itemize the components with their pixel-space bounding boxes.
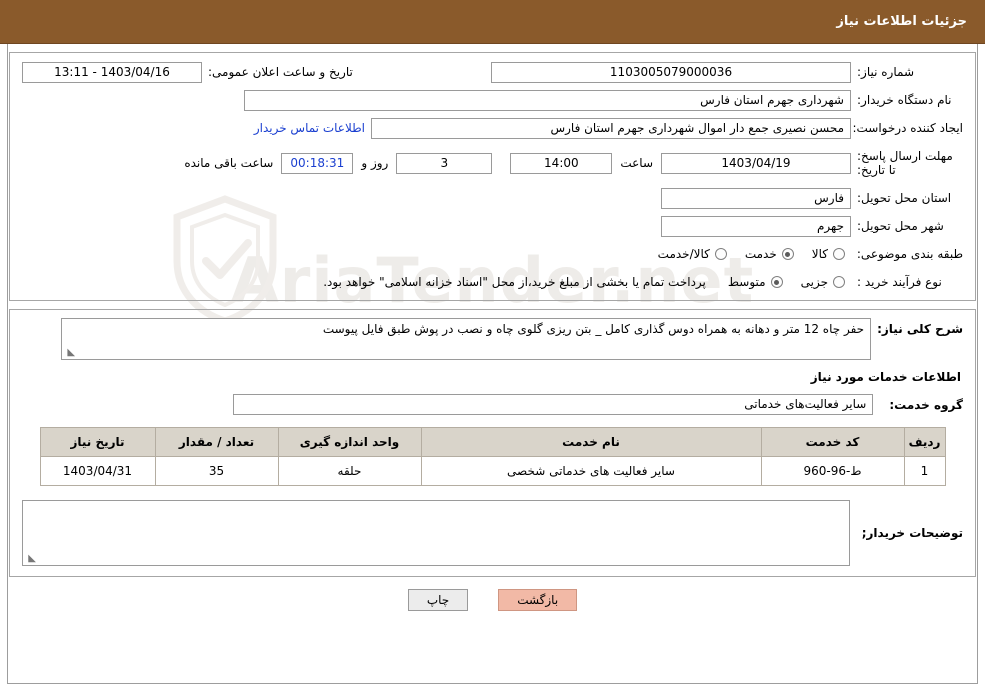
purchase-type-radio-group: جزیی متوسط — [728, 275, 845, 289]
cell-name: سایر فعالیت های خدماتی شخصی — [420, 456, 762, 486]
services-table: ردیف کد خدمت نام خدمت واحد اندازه گیری ت… — [39, 427, 946, 486]
table-row: 1 ط-96-960 سایر فعالیت های خدماتی شخصی ح… — [39, 456, 946, 486]
radio-icon[interactable] — [781, 248, 794, 260]
category-option-label: کالا — [811, 247, 828, 261]
page-header: جزئیات اطلاعات نیاز — [0, 0, 985, 44]
row-general-description: شرح کلی نیاز: حفر چاه 12 متر و دهانه به … — [22, 318, 963, 360]
requester-field[interactable]: محسن نصیری جمع دار اموال شهرداری جهرم اس… — [371, 117, 851, 139]
services-panel: شرح کلی نیاز: حفر چاه 12 متر و دهانه به … — [9, 309, 976, 577]
deadline-date-field[interactable]: 1403/04/19 — [661, 152, 851, 174]
category-option-label: کالا/خدمت — [657, 247, 710, 261]
th-unit: واحد اندازه گیری — [277, 427, 422, 457]
th-qty: تعداد / مقدار — [154, 427, 279, 457]
category-option-khedmat[interactable]: خدمت — [745, 247, 794, 261]
deadline-remaining-label: ساعت باقی مانده — [184, 156, 274, 170]
buyer-org-label: نام دستگاه خریدار: — [857, 93, 952, 107]
city-field[interactable]: جهرم — [661, 215, 851, 237]
cell-qty: 35 — [154, 456, 279, 486]
table-header-row: ردیف کد خدمت نام خدمت واحد اندازه گیری ت… — [39, 427, 946, 457]
purchase-type-note: پرداخت تمام یا بخشی از مبلغ خرید،از محل … — [323, 275, 706, 289]
th-name: نام خدمت — [420, 427, 762, 457]
back-button[interactable]: بازگشت — [498, 589, 578, 611]
cell-row: 1 — [903, 456, 946, 486]
city-label: شهر محل تحویل: — [857, 219, 944, 233]
category-option-label: خدمت — [744, 247, 777, 261]
deadline-days-label: روز و — [361, 156, 389, 170]
row-purchase-type: نوع فرآیند خرید : جزیی متوسط پرداخت تمام… — [22, 271, 963, 293]
row-city: شهر محل تحویل: جهرم — [22, 215, 963, 237]
category-radio-group: کالا خدمت کالا/خدمت — [658, 247, 845, 261]
radio-icon[interactable] — [714, 248, 727, 260]
radio-icon[interactable] — [833, 276, 845, 288]
content: جزئیات اطلاعات نیاز شماره نیاز: 11030050… — [0, 0, 985, 611]
need-info-panel: شماره نیاز: 1103005079000036 تاریخ و ساع… — [9, 52, 976, 301]
footer-buttons: بازگشت چاپ — [0, 589, 985, 611]
services-section-title: اطلاعات خدمات مورد نیاز — [810, 370, 961, 384]
page-root: AriaTender.net جزئیات اطلاعات نیاز شماره… — [0, 0, 985, 691]
cell-code: ط-96-960 — [760, 456, 905, 486]
deadline-time-label: ساعت — [620, 156, 653, 170]
deadline-time-field[interactable]: 14:00 — [510, 152, 613, 174]
th-row: ردیف — [903, 427, 946, 457]
category-option-kala[interactable]: کالا — [812, 247, 845, 261]
general-description-text: حفر چاه 12 متر و دهانه به همراه دوس گذار… — [322, 322, 865, 336]
deadline-remaining-field[interactable]: 00:18:31 — [281, 152, 354, 174]
province-label: استان محل تحویل: — [857, 191, 952, 205]
cell-date: 1403/04/31 — [39, 456, 156, 486]
purchase-option-label: متوسط — [727, 275, 766, 289]
general-description-field[interactable]: حفر چاه 12 متر و دهانه به همراه دوس گذار… — [61, 318, 872, 360]
row-deadline: مهلت ارسال پاسخ: تا تاریخ: 1403/04/19 سا… — [22, 145, 963, 181]
general-description-label: شرح کلی نیاز: — [877, 322, 963, 336]
cell-unit: حلقه — [277, 456, 422, 486]
buyer-contact-link[interactable]: اطلاعات تماس خریدار — [248, 121, 371, 135]
row-need-number: شماره نیاز: 1103005079000036 تاریخ و ساع… — [22, 61, 963, 83]
purchase-type-label: نوع فرآیند خرید : — [857, 275, 942, 289]
resize-grip-icon[interactable]: ◣ — [26, 554, 36, 564]
page-title: جزئیات اطلاعات نیاز — [836, 14, 967, 29]
purchase-option-jozei[interactable]: جزیی — [801, 275, 845, 289]
radio-icon[interactable] — [833, 248, 845, 260]
purchase-option-label: جزیی — [800, 275, 828, 289]
buyer-notes-label: توضیحات خریدار; — [861, 526, 963, 540]
requester-label: ایجاد کننده درخواست: — [852, 121, 963, 135]
row-buyer-org: نام دستگاه خریدار: شهرداری جهرم استان فا… — [22, 89, 963, 111]
province-field[interactable]: فارس — [661, 187, 851, 209]
row-requester: ایجاد کننده درخواست: محسن نصیری جمع دار … — [22, 117, 963, 139]
resize-grip-icon[interactable]: ◣ — [65, 348, 75, 358]
service-group-label: گروه خدمت: — [889, 397, 963, 412]
need-number-field[interactable]: 1103005079000036 — [491, 61, 851, 83]
deadline-days-field[interactable]: 3 — [396, 152, 493, 174]
public-announce-field[interactable]: 1403/04/16 - 13:11 — [22, 61, 202, 83]
th-date: تاریخ نیاز — [39, 427, 156, 457]
radio-icon[interactable] — [770, 276, 783, 288]
purchase-option-motevaset[interactable]: متوسط — [728, 275, 783, 289]
row-province: استان محل تحویل: فارس — [22, 187, 963, 209]
print-button[interactable]: چاپ — [407, 589, 469, 611]
service-group-field[interactable]: سایر فعالیت‌های خدماتی — [233, 394, 874, 415]
th-code: کد خدمت — [760, 427, 905, 457]
row-service-group: گروه خدمت: سایر فعالیت‌های خدماتی — [22, 394, 963, 415]
buyer-notes-field[interactable]: ◣ — [22, 500, 850, 566]
row-category: طبقه بندی موضوعی: کالا خدمت کالا/خدمت — [22, 243, 963, 265]
row-buyer-notes: توضیحات خریدار; ◣ — [22, 500, 963, 566]
category-label: طبقه بندی موضوعی: — [856, 247, 963, 261]
deadline-label: مهلت ارسال پاسخ: تا تاریخ: — [857, 149, 953, 177]
buyer-org-field[interactable]: شهرداری جهرم استان فارس — [244, 89, 851, 111]
public-announce-label: تاریخ و ساعت اعلان عمومی: — [208, 65, 353, 79]
need-number-label: شماره نیاز: — [857, 65, 914, 79]
category-option-kala-khedmat[interactable]: کالا/خدمت — [658, 247, 727, 261]
